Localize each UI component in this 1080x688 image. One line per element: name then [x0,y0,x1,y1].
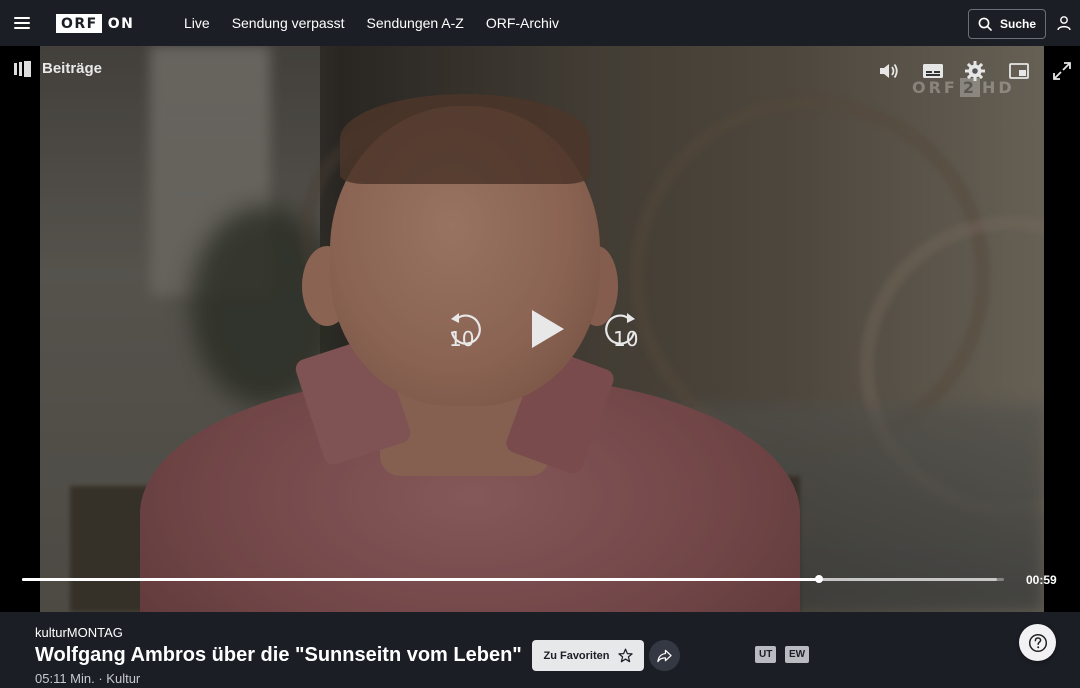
rewind-seconds: 10 [449,327,475,351]
play-icon [532,310,564,348]
rewind-10-button[interactable]: 10 [446,310,486,351]
nav-orf-archiv[interactable]: ORF-Archiv [486,15,559,31]
logo-suffix: ON [107,15,135,32]
playlist-icon [14,60,31,77]
search-icon [978,17,992,31]
beitraege-button[interactable]: Beiträge [14,60,102,77]
share-icon [657,649,672,662]
play-button[interactable] [530,308,566,350]
settings-icon[interactable] [964,60,986,82]
center-controls: 10 10 [446,306,640,352]
nav-sendung-verpasst[interactable]: Sendung verpasst [232,15,345,31]
video-player[interactable]: ORF 2 HD Beiträge 10 10 00:59 [0,46,1080,612]
user-icon[interactable] [1056,15,1072,31]
series-name[interactable]: kulturMONTAG [35,625,123,640]
forward-seconds: 10 [613,327,639,351]
search-label: Suche [999,17,1036,31]
tag-ew: EW [785,646,810,663]
volume-icon[interactable] [878,60,900,82]
progress-played [22,578,820,581]
forward-10-button[interactable]: 10 [600,310,640,351]
tag-ut: UT [755,646,777,663]
nav-sendungen-a-z[interactable]: Sendungen A-Z [367,15,464,31]
beitraege-label: Beiträge [42,60,103,77]
logo-box: ORF [56,14,102,33]
nav-live[interactable]: Live [184,15,210,31]
subtitles-icon[interactable] [922,60,944,82]
help-icon [1028,633,1047,652]
episode-meta: 05:11 Min. · Kultur [35,671,141,686]
time-display: 00:59 [1026,573,1057,587]
search-button[interactable]: Suche [968,9,1046,39]
share-button[interactable] [649,640,680,671]
menu-icon[interactable] [14,15,30,31]
picture-in-picture-icon[interactable] [1008,60,1030,82]
orf-on-logo[interactable]: ORF ON [56,14,134,33]
top-navigation: ORF ON Live Sendung verpasst Sendungen A… [0,0,1080,46]
episode-info: kulturMONTAG Wolfgang Ambros über die "S… [0,612,1080,688]
star-icon [617,648,633,663]
fullscreen-icon[interactable] [1051,60,1073,82]
favorite-label: Zu Favoriten [543,649,610,662]
add-favorite-button[interactable]: Zu Favoriten [532,640,644,671]
progress-bar[interactable] [22,575,1004,583]
main-nav: Live Sendung verpasst Sendungen A-Z ORF-… [184,0,581,46]
help-button[interactable] [1019,624,1056,661]
episode-title: Wolfgang Ambros über die "Sunnseitn vom … [35,644,522,666]
